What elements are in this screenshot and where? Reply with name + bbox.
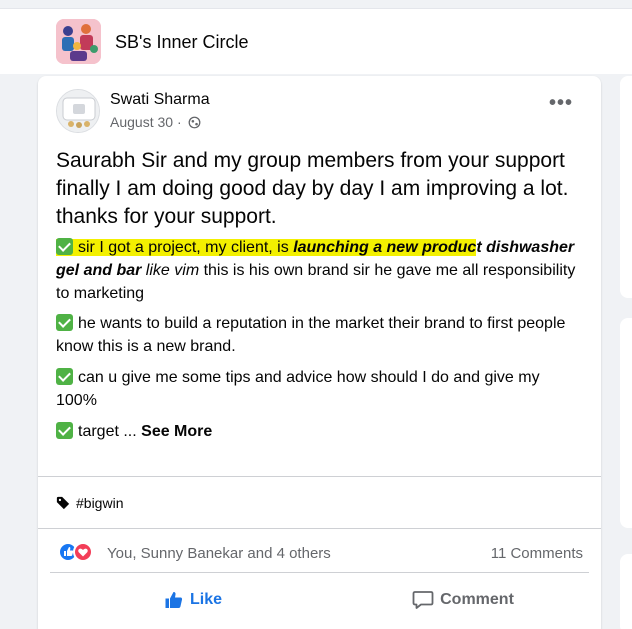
post-paragraph-3: can u give me some tips and advice how s… — [56, 366, 584, 412]
check-mark-icon — [56, 238, 73, 255]
comment-label: Comment — [440, 591, 514, 608]
italic-text: like vim — [141, 262, 200, 279]
highlighted-bold-text: launching a new produc — [293, 239, 477, 256]
meta-separator: · — [173, 114, 186, 130]
group-name[interactable]: SB's Inner Circle — [115, 32, 248, 53]
thumbs-up-icon — [165, 592, 183, 608]
bold-text-tail: t — [476, 239, 482, 256]
side-panel-edge — [620, 318, 632, 528]
see-more-link[interactable]: See More — [141, 423, 212, 440]
side-panel-edge — [620, 76, 632, 298]
love-reaction-icon — [73, 542, 93, 562]
author-name[interactable]: Swati Sharma — [110, 91, 210, 109]
group-header: SB's Inner Circle — [0, 8, 632, 74]
author-avatar[interactable] — [56, 89, 100, 133]
paragraph-text: he wants to build a reputation in the ma… — [56, 315, 566, 355]
divider — [38, 476, 601, 477]
post-meta: August 30 · — [110, 114, 201, 130]
post-paragraph-1: sir I got a project, my client, is launc… — [56, 236, 584, 305]
comments-count[interactable]: 11 Comments — [491, 545, 583, 562]
like-label: Like — [189, 591, 222, 608]
group-avatar[interactable] — [56, 19, 101, 64]
more-options-icon[interactable]: ••• — [549, 93, 573, 113]
check-mark-icon — [56, 368, 73, 385]
group-photo-icon — [56, 19, 101, 64]
hashtag-label: #bigwin — [76, 495, 124, 511]
post-date[interactable]: August 30 — [110, 114, 173, 130]
globe-icon[interactable] — [188, 116, 201, 129]
paragraph-text: target ... — [78, 423, 142, 440]
reactors-text[interactable]: You, Sunny Banekar and 4 others — [107, 545, 331, 562]
post-paragraph-4: target ... See More — [56, 420, 584, 443]
tag-icon — [56, 496, 70, 510]
highlighted-text: sir I got a project, my client, is — [78, 239, 294, 256]
comment-button[interactable]: Comment — [388, 582, 538, 618]
divider — [50, 572, 589, 573]
topic-tag[interactable]: #bigwin — [56, 495, 123, 511]
author-photo-icon — [57, 90, 99, 132]
side-panel-edge — [620, 554, 632, 629]
comment-icon — [412, 591, 434, 609]
post-headline: Saurabh Sir and my group members from yo… — [56, 149, 569, 228]
check-mark-icon — [56, 314, 73, 331]
post-card: Swati Sharma August 30 · ••• Saurabh Sir… — [38, 76, 601, 629]
like-button[interactable]: Like — [138, 582, 248, 618]
post-paragraph-2: he wants to build a reputation in the ma… — [56, 312, 584, 358]
divider — [38, 528, 601, 529]
check-mark-icon — [56, 422, 73, 439]
paragraph-text: can u give me some tips and advice how s… — [56, 369, 540, 409]
